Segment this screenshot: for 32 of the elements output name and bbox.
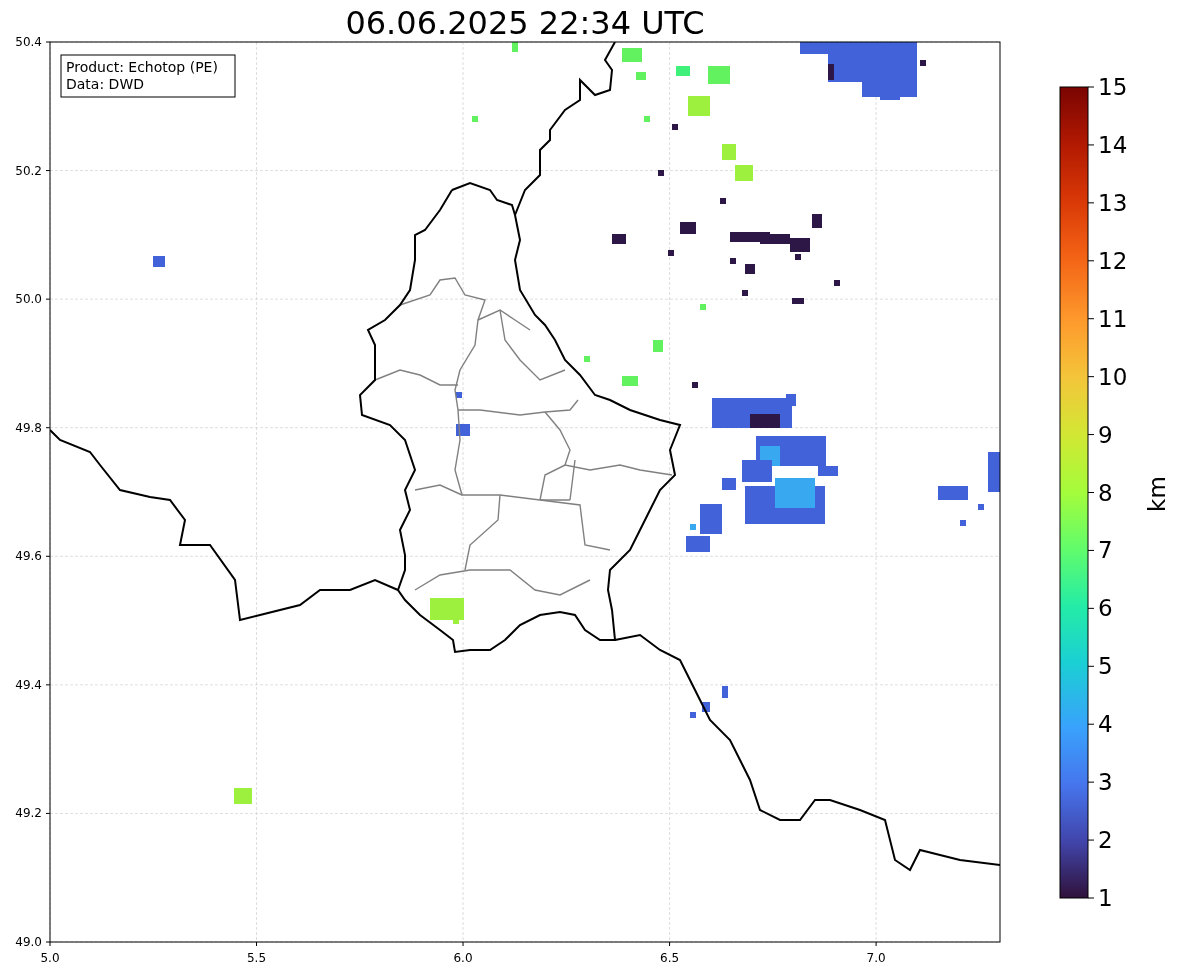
- colorbar-tick-label: 13: [1098, 189, 1128, 216]
- colorbar-tick-label: 4: [1098, 711, 1113, 738]
- y-tick-label: 49.0: [15, 935, 42, 949]
- colorbar-tick-label: 10: [1098, 363, 1128, 390]
- colorbar-tick-label: 11: [1098, 305, 1128, 332]
- y-tick-label: 49.2: [15, 806, 42, 821]
- colorbar-tick-label: 6: [1098, 595, 1113, 622]
- colorbar-tick-label: 7: [1098, 537, 1113, 564]
- colorbar-tick-label: 2: [1098, 827, 1113, 854]
- x-tick-label: 6.5: [660, 951, 680, 965]
- colorbar-tick-label: 15: [1098, 74, 1128, 100]
- colorbar-tick-label: 12: [1098, 247, 1128, 274]
- y-tick-label: 50.2: [15, 163, 42, 178]
- colorbar-tick-label: 9: [1098, 421, 1113, 448]
- colorbar-tick-label: 1: [1098, 885, 1113, 911]
- colorbar-tick-label: 8: [1098, 479, 1113, 506]
- info-text: Data: DWD: [66, 76, 144, 92]
- y-tick-label: 49.6: [15, 549, 42, 564]
- x-tick-label: 7.0: [866, 951, 886, 965]
- x-tick-label: 5.5: [246, 951, 267, 965]
- colorbar-tick-label: 3: [1098, 769, 1113, 796]
- y-tick-label: 50.0: [15, 292, 42, 307]
- y-tick-label: 49.4: [15, 677, 42, 692]
- y-tick-label: 50.4: [15, 35, 42, 49]
- info-text: Product: Echotop (PE): [66, 59, 218, 75]
- colorbar-title: km: [1144, 476, 1170, 512]
- colorbar-tick-label: 5: [1098, 653, 1113, 680]
- x-tick-label: 6.0: [453, 951, 473, 965]
- x-tick-label: 5.0: [40, 951, 60, 965]
- chart-title: 06.06.2025 22:34 UTC: [345, 4, 705, 42]
- y-tick-label: 49.8: [15, 420, 42, 435]
- colorbar-tick-label: 14: [1098, 131, 1128, 158]
